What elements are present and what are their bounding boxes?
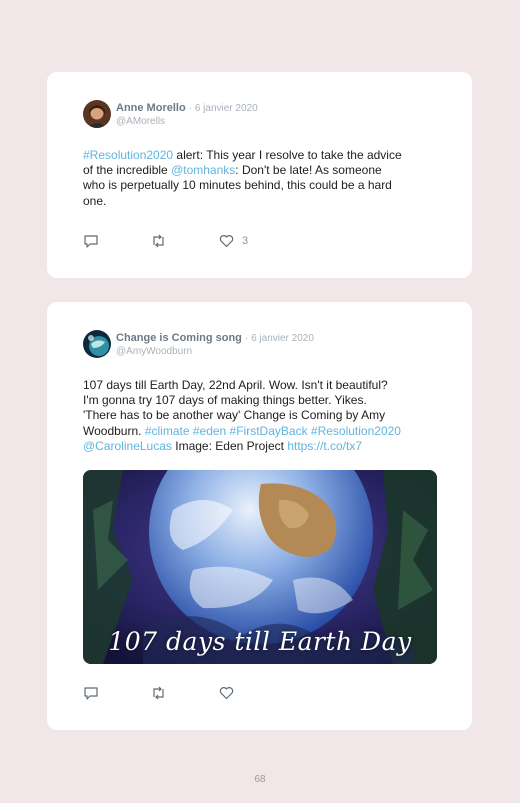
heart-icon xyxy=(219,687,234,700)
retweet-button[interactable] xyxy=(150,686,167,700)
tweet-text-line: I'm gonna try 107 days of making things … xyxy=(83,393,443,408)
avatar[interactable] xyxy=(83,330,111,358)
author-line: Anne Morello · 6 janvier 2020 xyxy=(116,102,258,114)
tweet-text-segment: 107 days till Earth Day, 22nd April. Wow… xyxy=(83,378,388,392)
retweet-icon xyxy=(153,234,164,248)
tweet-text-segment: 'There has to be another way' Change is … xyxy=(83,408,386,423)
page-number: 68 xyxy=(254,774,266,785)
retweet-icon xyxy=(153,686,164,700)
tweet-date[interactable]: · 6 janvier 2020 xyxy=(245,333,314,344)
tweet-link[interactable]: #Resolution2020 xyxy=(83,148,173,162)
tweet-text-segment: of the incredible xyxy=(83,163,172,178)
heart-icon xyxy=(219,235,234,248)
tweet-text-line: #Resolution2020 alert: This year I resol… xyxy=(83,148,443,163)
tweet-actions xyxy=(83,686,283,702)
tweet-text-segment: one. xyxy=(83,193,107,208)
author-handle[interactable]: @AmyWoodburn xyxy=(116,346,192,357)
tweet-text-line: of the incredible @tomhanks: Don't be la… xyxy=(83,163,443,178)
author-name[interactable]: Change is Coming song xyxy=(116,332,242,344)
tweet-text: 107 days till Earth Day, 22nd April. Wow… xyxy=(83,378,443,454)
tweet-text-segment: alert: This year I resolve to take the a… xyxy=(173,148,402,162)
tweet-card: Change is Coming song · 6 janvier 2020 @… xyxy=(47,302,472,730)
tweet-text-line: who is perpetually 10 minutes behind, th… xyxy=(83,178,443,193)
author-name[interactable]: Anne Morello xyxy=(116,102,186,114)
tweet-date[interactable]: · 6 janvier 2020 xyxy=(189,103,258,114)
tweet-card: Anne Morello · 6 janvier 2020 @AMorells … xyxy=(47,72,472,278)
retweet-button[interactable] xyxy=(150,234,167,248)
tweet-text-line: 'There has to be another way' Change is … xyxy=(83,408,443,423)
tweet-text-segment: I'm gonna try 107 days of making things … xyxy=(83,393,367,408)
media-caption: 107 days till Earth Day xyxy=(108,627,412,656)
author-handle[interactable]: @AMorells xyxy=(116,116,165,127)
like-count: 3 xyxy=(242,235,249,247)
like-button[interactable]: 3 xyxy=(219,234,248,248)
tweet-text-segment: who is perpetually 10 minutes behind, th… xyxy=(83,178,392,193)
reply-button[interactable] xyxy=(83,686,99,700)
avatar[interactable] xyxy=(83,100,111,128)
author-line: Change is Coming song · 6 janvier 2020 xyxy=(116,332,314,344)
tweet-text-line: Woodburn. #climate #eden #FirstDayBack #… xyxy=(83,424,443,439)
tweet-text-segment: Woodburn. xyxy=(83,423,145,438)
reply-icon xyxy=(84,235,98,248)
reply-button[interactable] xyxy=(83,234,99,248)
tweet-text-line: 107 days till Earth Day, 22nd April. Wow… xyxy=(83,378,443,393)
tweet-media-image[interactable]: 107 days till Earth Day xyxy=(83,470,437,664)
reply-icon xyxy=(84,687,98,700)
tweet-link[interactable]: https://t.co/tx7 xyxy=(287,439,362,453)
tweet-actions: 3 xyxy=(83,234,283,250)
tweet-text-segment: : Don't be late! As someone xyxy=(235,163,382,178)
like-button[interactable] xyxy=(219,686,242,700)
tweet-link[interactable]: @CarolineLucas xyxy=(83,439,172,453)
tweet-text-segment: Image: Eden Project xyxy=(171,438,288,453)
tweet-link[interactable]: #climate #eden #FirstDayBack #Resolution… xyxy=(145,424,401,438)
tweet-link[interactable]: @tomhanks xyxy=(171,163,235,177)
tweet-text: #Resolution2020 alert: This year I resol… xyxy=(83,148,443,209)
tweet-text-line: one. xyxy=(83,194,443,209)
tweet-text-line: @CarolineLucas Image: Eden Project https… xyxy=(83,439,443,454)
